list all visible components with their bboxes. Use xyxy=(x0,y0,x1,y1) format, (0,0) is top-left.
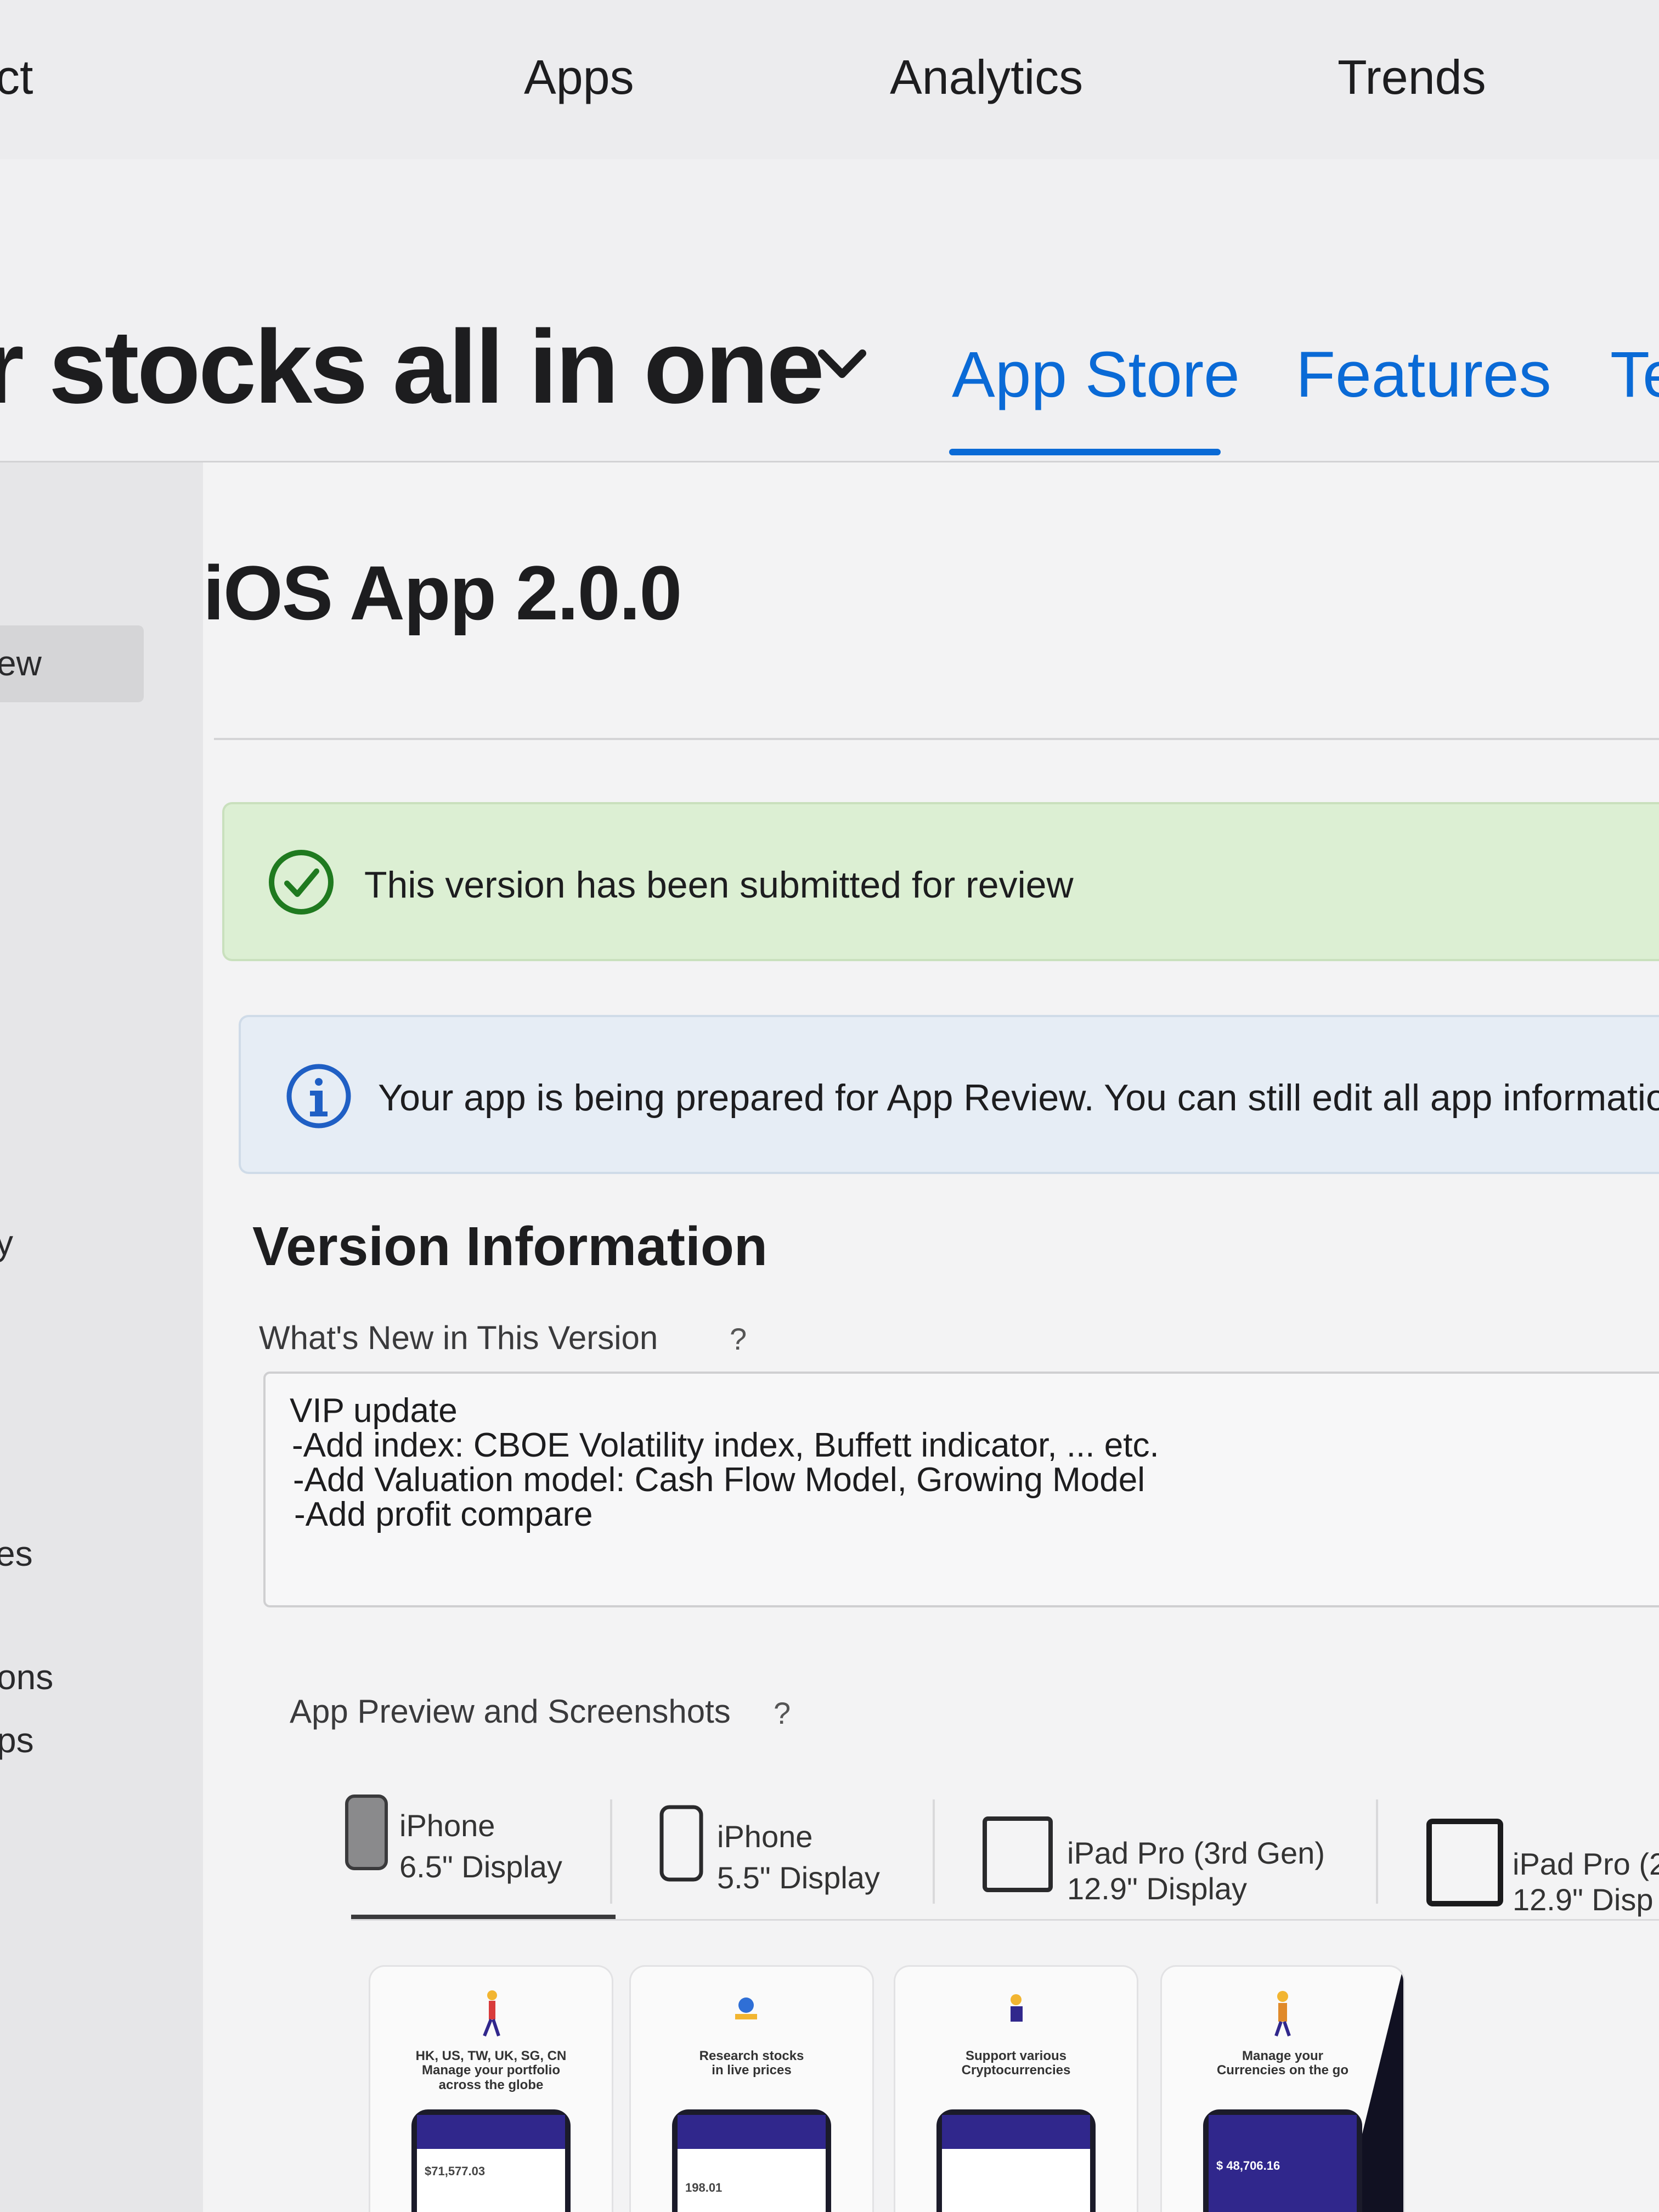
sidebar-item-1[interactable]: ew xyxy=(0,643,42,684)
device-name: iPhone xyxy=(399,1808,495,1843)
screenshot-caption: Support various Cryptocurrencies xyxy=(961,2049,1071,2078)
section-title-version-information: Version Information xyxy=(252,1216,768,1277)
previews-label: App Preview and Screenshots xyxy=(290,1693,731,1730)
person-illustration-icon xyxy=(1011,1994,1023,2022)
submitted-message: This version has been submitted for revi… xyxy=(364,864,1074,906)
tab-partial[interactable]: Te xyxy=(1610,337,1659,412)
whats-new-label: What's New in This Version xyxy=(259,1319,658,1356)
help-icon[interactable]: ? xyxy=(774,1695,791,1731)
device-name: iPad Pro (3rd Gen) xyxy=(1067,1836,1325,1870)
device-separator xyxy=(610,1799,612,1904)
ipad-icon xyxy=(1426,1819,1503,1906)
iphone-icon xyxy=(659,1805,703,1882)
device-name: iPad Pro (2 xyxy=(1513,1847,1659,1881)
sidebar-item-4[interactable]: ons xyxy=(0,1657,53,1697)
screenshot-value: $ 48,706.16 xyxy=(1216,2159,1280,2172)
phone-mockup: $71,577.03 xyxy=(411,2109,571,2212)
selected-device-indicator xyxy=(351,1915,616,1919)
sidebar-item-2[interactable]: y xyxy=(0,1222,13,1263)
person-illustration-icon xyxy=(735,1997,757,2019)
whats-new-line: -Add profit compare xyxy=(294,1496,593,1533)
whats-new-line: VIP update xyxy=(290,1392,458,1430)
tab-app-store[interactable]: App Store xyxy=(952,337,1240,412)
phone-mockup: $ 48,706.16 xyxy=(1203,2109,1362,2212)
device-tab-ipad-3rd-gen[interactable]: iPad Pro (3rd Gen) 12.9" Display xyxy=(982,1794,1366,1906)
screenshot-thumbnail[interactable]: Support various Cryptocurrencies xyxy=(895,1967,1137,2212)
app-name[interactable]: r stocks all in one xyxy=(0,307,825,427)
phone-mockup xyxy=(936,2109,1096,2212)
info-icon xyxy=(286,1064,351,1128)
info-message: Your app is being prepared for App Revie… xyxy=(378,1077,1659,1119)
screenshot-caption: Research stocks in live prices xyxy=(699,2049,804,2078)
device-display: 5.5" Display xyxy=(717,1860,880,1895)
device-name: iPhone xyxy=(717,1819,813,1854)
device-display: 6.5" Display xyxy=(399,1849,562,1884)
sidebar-item-3[interactable]: es xyxy=(0,1533,33,1574)
divider xyxy=(214,738,1659,740)
nav-item-apps[interactable]: Apps xyxy=(524,49,634,105)
device-separator xyxy=(1376,1799,1378,1904)
nav-item-analytics[interactable]: Analytics xyxy=(890,49,1083,105)
screenshot-thumbnail[interactable]: HK, US, TW, UK, SG, CN Manage your portf… xyxy=(370,1967,612,2212)
person-illustration-icon xyxy=(483,1990,500,2037)
active-tab-indicator xyxy=(949,449,1221,455)
whats-new-line: -Add index: CBOE Volatility index, Buffe… xyxy=(292,1426,1159,1464)
screenshot-value: 198.01 xyxy=(685,2181,723,2194)
info-banner: Your app is being prepared for App Revie… xyxy=(239,1015,1659,1174)
iphone-icon xyxy=(345,1795,388,1870)
screenshot-thumbnail[interactable]: Research stocks in live prices 198.01 xyxy=(631,1967,872,2212)
ipad-icon xyxy=(983,1816,1053,1892)
top-navigation: ct Apps Analytics Trends xyxy=(0,0,1659,160)
tab-features[interactable]: Features xyxy=(1296,337,1551,412)
device-tabs-baseline xyxy=(351,1919,1659,1921)
checkmark-circle-icon xyxy=(269,850,334,915)
whats-new-textarea[interactable]: VIP update -Add index: CBOE Volatility i… xyxy=(263,1372,1659,1607)
device-display: 12.9" Disp xyxy=(1513,1882,1654,1917)
phone-mockup: 198.01 xyxy=(672,2109,831,2212)
sidebar-item-5[interactable]: ps xyxy=(0,1720,34,1760)
device-tab-iphone-65[interactable]: iPhone 6.5" Display xyxy=(345,1794,602,1904)
submitted-banner: This version has been submitted for revi… xyxy=(222,802,1659,961)
chevron-down-icon[interactable] xyxy=(817,346,867,384)
screenshot-value: $71,577.03 xyxy=(425,2164,486,2178)
help-icon[interactable]: ? xyxy=(730,1321,747,1357)
device-display: 12.9" Display xyxy=(1067,1871,1248,1906)
screenshot-caption: HK, US, TW, UK, SG, CN Manage your portf… xyxy=(415,2049,567,2092)
device-tab-ipad-2nd-gen[interactable]: iPad Pro (2 12.9" Disp xyxy=(1426,1794,1659,1917)
device-separator xyxy=(933,1799,935,1904)
nav-item-trends[interactable]: Trends xyxy=(1338,49,1486,105)
screenshot-thumbnail[interactable]: Manage your Currencies on the go $ 48,70… xyxy=(1162,1967,1403,2212)
screenshot-caption: Manage your Currencies on the go xyxy=(1216,2049,1349,2078)
device-tab-iphone-55[interactable]: iPhone 5.5" Display xyxy=(659,1794,917,1904)
person-illustration-icon xyxy=(1274,1991,1291,2036)
nav-item-partial[interactable]: ct xyxy=(0,49,33,105)
whats-new-line: -Add Valuation model: Cash Flow Model, G… xyxy=(293,1461,1146,1499)
sidebar xyxy=(0,462,203,2212)
page-title: iOS App 2.0.0 xyxy=(203,550,682,636)
